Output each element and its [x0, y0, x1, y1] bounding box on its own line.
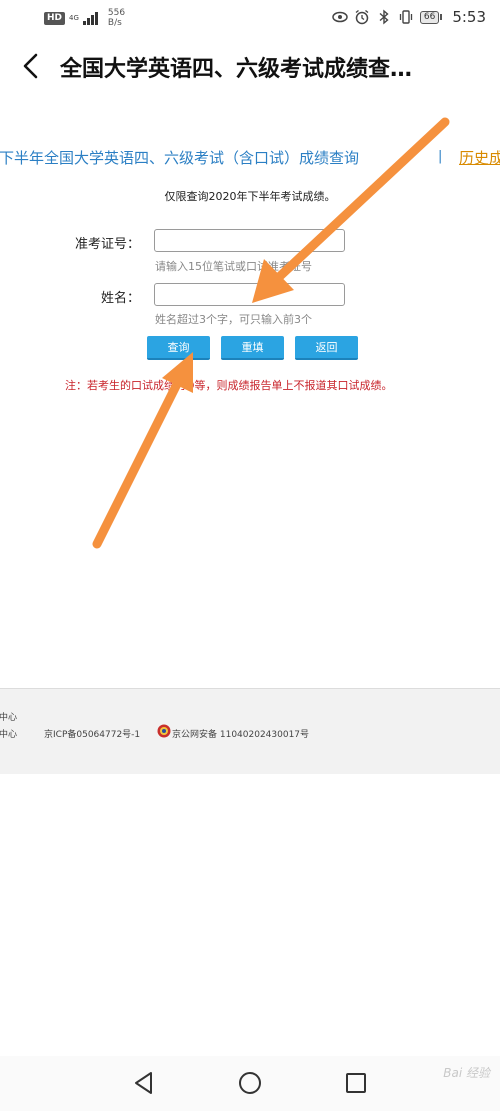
footer-org-line2: 试中心: [0, 730, 18, 740]
exam-id-input[interactable]: [154, 229, 345, 252]
reset-button[interactable]: 重填: [221, 336, 284, 360]
network-speed-unit: B/s: [107, 18, 122, 28]
network-speed: 556 B/s: [108, 8, 125, 28]
signal-icon: [82, 11, 98, 25]
exam-id-label: 准考证号：: [74, 237, 140, 252]
history-link[interactable]: 历史成: [459, 147, 500, 168]
page-heading: 年下半年全国大学英语四、六级考试（含口试）成绩查询: [0, 149, 360, 167]
site-footer: 试中心 试中心 京ICP备05064772号-1 京公网安备 110402024…: [0, 688, 500, 774]
oral-exam-note: 注：若考生的口试成绩为D等，则成绩报告单上不报道其口试成绩。: [65, 379, 393, 392]
name-label: 姓名：: [100, 291, 140, 306]
police-emblem-icon: [157, 724, 171, 738]
page-title: 全国大学英语四、六级考试成绩查…: [60, 57, 413, 82]
status-left: HD 4G 556 B/s: [44, 8, 125, 28]
app-bar: 全国大学英语四、六级考试成绩查…: [0, 34, 500, 98]
circle-home-icon[interactable]: [237, 1070, 263, 1096]
footer-org-line1: 试中心: [0, 713, 18, 723]
name-input[interactable]: [154, 283, 345, 306]
back-arrow-icon[interactable]: [16, 50, 48, 82]
battery-level: 66: [419, 10, 440, 24]
eye-icon: [332, 11, 348, 23]
return-button[interactable]: 返回: [295, 336, 358, 360]
watermark: Bai 经验: [443, 1066, 490, 1080]
hd-badge: HD: [44, 11, 66, 25]
bluetooth-icon: [379, 9, 389, 25]
heading-separator: |: [438, 149, 443, 164]
icp-link[interactable]: 京ICP备05064772号-1: [44, 727, 140, 740]
network-type: 4G: [69, 14, 79, 22]
main-content: 年下半年全国大学英语四、六级考试（含口试）成绩查询 | 历史成 仅限查询2020…: [0, 98, 500, 688]
status-bar: HD 4G 556 B/s 66 5:53: [0, 0, 500, 34]
alarm-icon: [355, 9, 369, 25]
query-button[interactable]: 查询: [147, 336, 210, 360]
exam-id-hint: 请输入15位笔试或口试准考证号: [155, 260, 312, 273]
police-record-link[interactable]: 京公网安备 11040202430017号: [172, 727, 309, 740]
square-recent-icon[interactable]: [343, 1070, 369, 1096]
system-nav-bar: Bai 经验: [0, 1056, 500, 1111]
name-hint: 姓名超过3个字，可只输入前3个: [155, 313, 312, 326]
triangle-back-icon[interactable]: [131, 1070, 157, 1096]
battery-icon: 66: [419, 10, 443, 24]
status-right: 66 5:53: [332, 8, 486, 26]
vibrate-icon: [399, 10, 413, 24]
query-notice: 仅限查询2020年下半年考试成绩。: [164, 190, 336, 203]
network-speed-value: 556: [107, 8, 126, 18]
clock: 5:53: [452, 8, 486, 26]
